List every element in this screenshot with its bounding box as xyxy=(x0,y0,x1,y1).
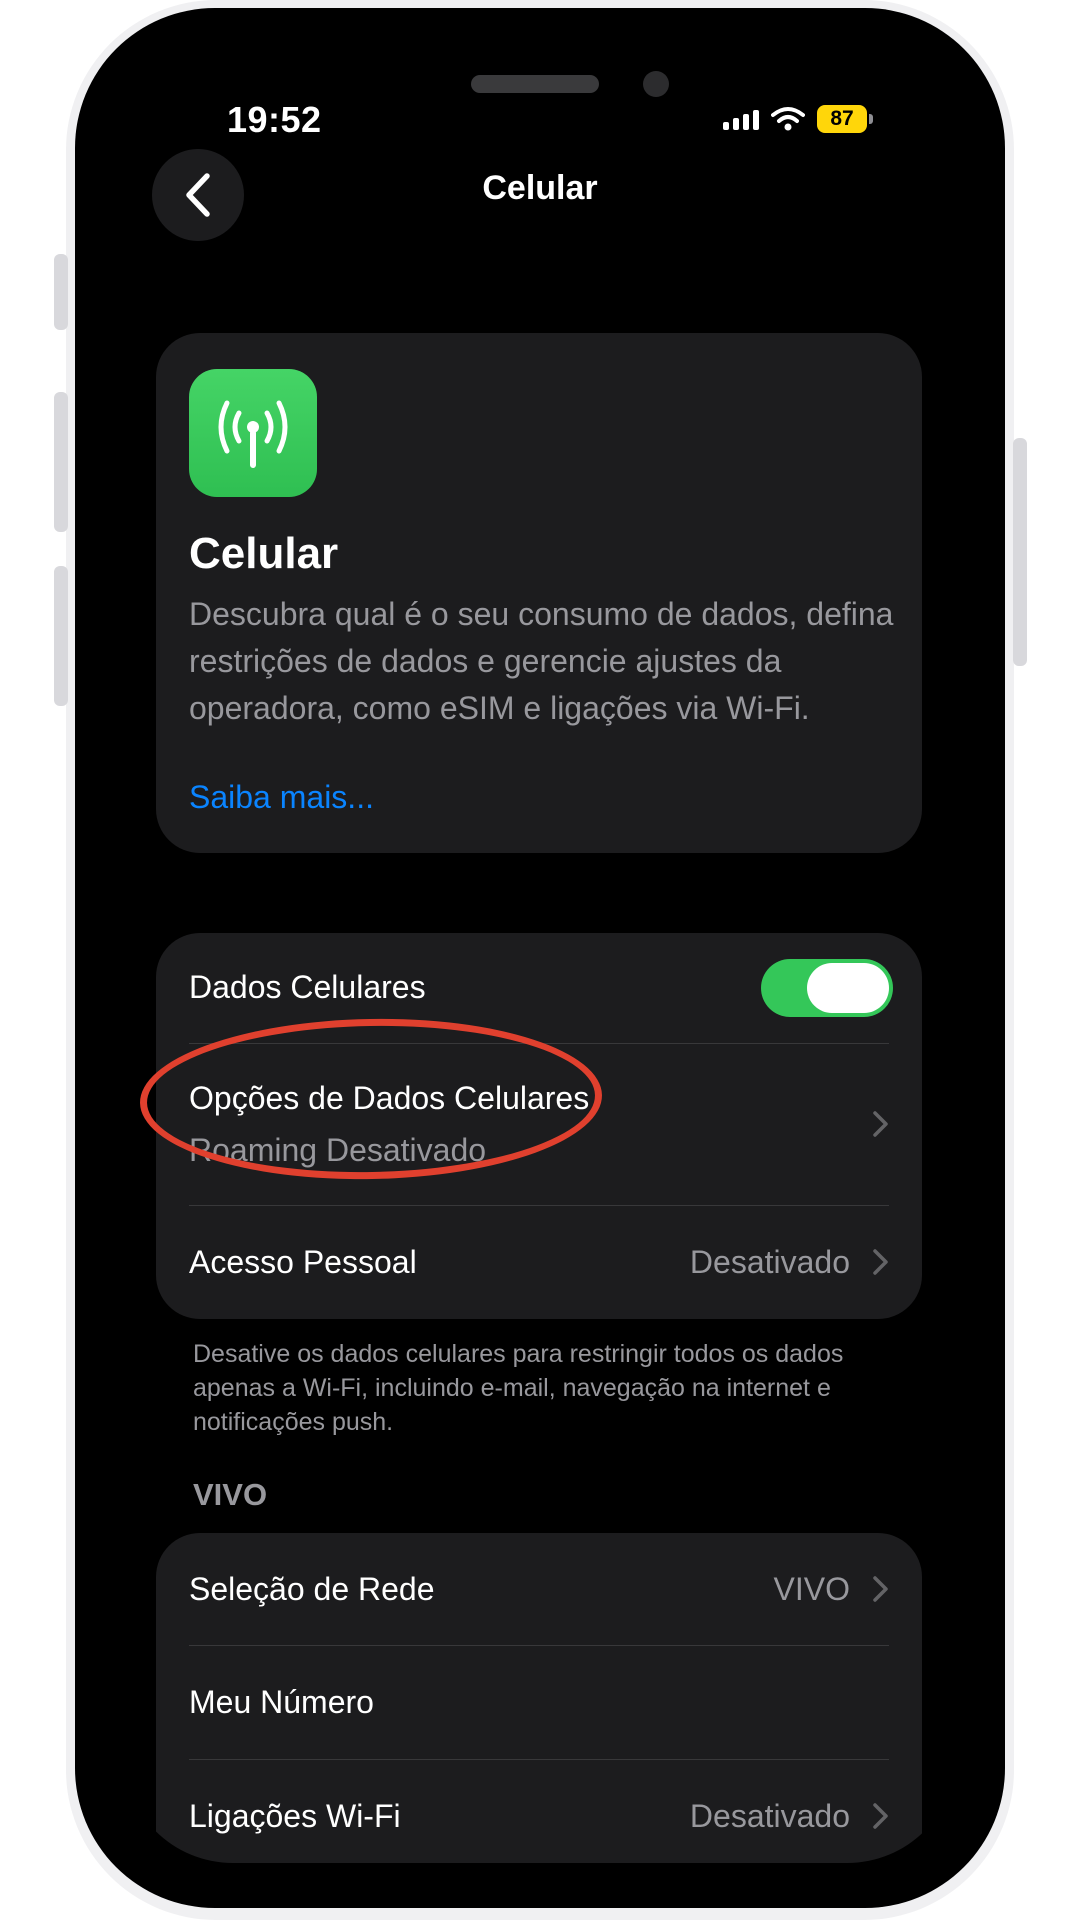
side-button-power xyxy=(1013,438,1027,666)
page-title: Celular xyxy=(482,169,598,207)
side-button-mute xyxy=(54,254,68,330)
row-selecao-de-rede[interactable]: Seleção de Rede VIVO xyxy=(156,1533,922,1645)
learn-more-link[interactable]: Saiba mais... xyxy=(189,779,374,816)
meu-numero-label: Meu Número xyxy=(189,1684,374,1720)
hero-title: Celular xyxy=(189,529,339,578)
side-button-volume-down xyxy=(54,566,68,706)
acesso-value: Desativado xyxy=(689,1244,850,1280)
row-dados-celulares: Dados Celulares xyxy=(156,933,922,1043)
ligacoes-label: Ligações Wi-Fi xyxy=(189,1798,401,1834)
status-icons: 87 xyxy=(723,101,873,137)
speaker xyxy=(471,75,599,93)
selecao-label: Seleção de Rede xyxy=(189,1571,435,1607)
carrier-group: Seleção de Rede VIVO Meu Número Ligações… xyxy=(156,1533,922,1863)
side-button-volume-up xyxy=(54,392,68,532)
chevron-right-icon xyxy=(873,1576,888,1602)
chevron-right-icon xyxy=(873,1803,888,1829)
camera xyxy=(643,71,669,97)
acesso-label: Acesso Pessoal xyxy=(189,1244,417,1280)
wifi-icon xyxy=(771,107,805,131)
screen: 19:52 87 Celular Celular Descubra qual é… xyxy=(123,57,957,1863)
row-ligacoes-wifi[interactable]: Ligações Wi-Fi Desativado xyxy=(156,1760,922,1863)
row-meu-numero[interactable]: Meu Número xyxy=(156,1646,922,1758)
row-acesso-pessoal[interactable]: Acesso Pessoal Desativado xyxy=(156,1206,922,1319)
chevron-right-icon xyxy=(873,1249,888,1275)
ligacoes-value: Desativado xyxy=(689,1798,850,1834)
dados-celulares-toggle[interactable] xyxy=(761,959,893,1017)
cellular-data-group: Dados Celulares Opções de Dados Celulare… xyxy=(138,933,922,1319)
cellular-antenna-icon xyxy=(189,369,317,497)
dados-celulares-label: Dados Celulares xyxy=(189,969,426,1005)
carrier-section-header: VIVO xyxy=(193,1477,268,1512)
battery-icon: 87 xyxy=(817,105,873,133)
status-time: 19:52 xyxy=(227,99,322,140)
data-footnote: Desative os dados celulares para restrin… xyxy=(193,1340,844,1436)
hero-description: Descubra qual é o seu consumo de dados, … xyxy=(189,596,894,726)
selecao-value: VIVO xyxy=(773,1571,850,1607)
hero-card: Celular Descubra qual é o seu consumo de… xyxy=(156,333,922,853)
toggle-knob xyxy=(807,963,889,1013)
chevron-right-icon xyxy=(873,1111,888,1137)
